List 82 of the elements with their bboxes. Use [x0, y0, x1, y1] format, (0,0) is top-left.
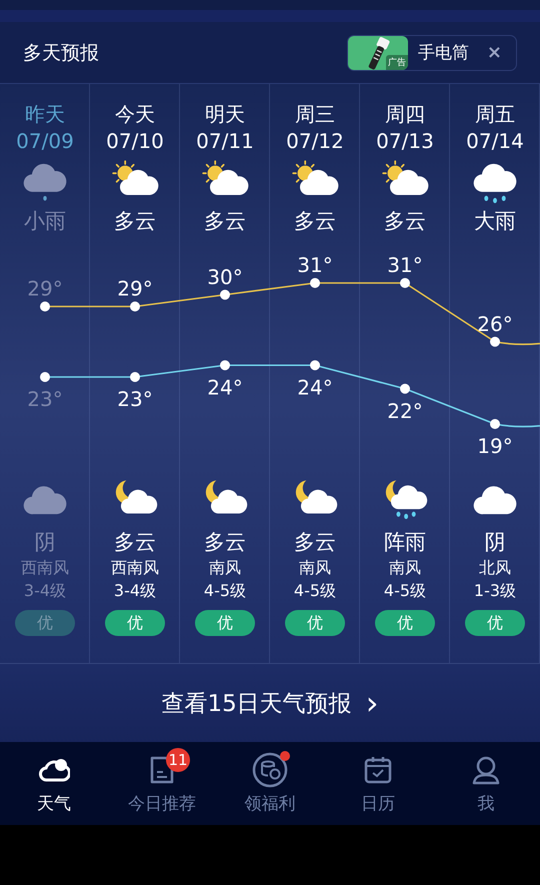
person-icon	[471, 755, 501, 785]
temperature-point	[310, 360, 320, 370]
temperature-label: 23°	[117, 387, 153, 411]
temperature-label: 24°	[297, 375, 333, 400]
condition-label: 多云	[384, 208, 426, 235]
ad-banner[interactable]: 广告 手电筒 ×	[346, 34, 517, 70]
wind-label: 西南风	[21, 557, 69, 579]
forecast-15-day-button[interactable]: 查看15日天气预报 ›	[0, 664, 540, 742]
nav-tab[interactable]: 天气	[0, 742, 108, 825]
temperature-point	[490, 336, 500, 347]
nav-tab[interactable]: 领福利	[216, 742, 324, 825]
day-label: 昨天	[25, 101, 65, 128]
air-quality-badge: 优	[195, 610, 255, 636]
day-label: 周五	[475, 101, 515, 128]
nav-tab[interactable]: 我	[432, 742, 540, 825]
wind-level-label: 4-5级	[384, 580, 426, 602]
day-label: 明天	[205, 101, 245, 128]
date-label: 07/13	[376, 128, 434, 155]
temperature-label: 31°	[387, 253, 423, 277]
air-quality-badge: 优	[465, 610, 525, 636]
date-label: 07/11	[196, 128, 254, 155]
section-title: 多天预报	[23, 40, 99, 66]
date-label: 07/14	[466, 128, 524, 155]
air-quality-badge: 优	[375, 610, 435, 636]
close-button[interactable]: ×	[480, 42, 516, 63]
wind-level-label: 3-4级	[24, 580, 66, 602]
temperature-label: 19°	[477, 434, 513, 458]
temperature-point	[130, 302, 140, 312]
temperature-label: 31°	[297, 253, 333, 277]
condition-label: 大雨	[474, 208, 516, 235]
calendar-icon	[363, 755, 393, 785]
temperature-point	[400, 278, 410, 288]
temperature-label: 29°	[117, 276, 153, 300]
temperature-label: 24°	[207, 375, 243, 400]
wind-label: 南风	[299, 557, 331, 579]
temperature-point	[220, 360, 230, 370]
air-quality-badge: 优	[105, 610, 165, 636]
date-label: 07/12	[286, 128, 344, 155]
date-label: 07/10	[106, 128, 164, 155]
temperature-point	[310, 278, 320, 288]
temperature-point	[40, 372, 50, 382]
nav-tab[interactable]: 日历	[324, 742, 432, 825]
condition-label: 多云	[114, 208, 156, 235]
condition-label: 阴	[484, 529, 506, 556]
wind-label: 南风	[209, 557, 241, 579]
condition-label: 多云	[204, 208, 246, 235]
nav-tab[interactable]: 11 今日推荐	[108, 742, 216, 825]
wind-level-label: 4-5级	[294, 580, 336, 602]
temperature-point	[490, 419, 500, 429]
temperature-label: 23°	[27, 387, 63, 411]
wind-label: 北风	[479, 557, 511, 579]
wind-level-label: 3-4级	[114, 580, 156, 602]
wind-label: 南风	[389, 557, 421, 579]
day-label: 今天	[115, 101, 155, 128]
condition-label: 多云	[114, 529, 156, 556]
wind-label: 西南风	[111, 557, 159, 579]
temperature-point	[220, 290, 230, 300]
day-label: 周三	[295, 101, 335, 128]
temperature-point	[130, 372, 140, 382]
condition-label: 多云	[204, 529, 246, 556]
air-quality-badge: 优	[285, 610, 345, 636]
temperature-label: 29°	[27, 276, 63, 300]
temperature-label: 22°	[387, 398, 423, 423]
condition-label: 阴	[34, 529, 56, 556]
temperature-point	[400, 384, 410, 394]
condition-label: 小雨	[24, 208, 66, 235]
notification-badge: 11	[166, 748, 190, 772]
coins-icon	[252, 752, 288, 788]
condition-label: 多云	[294, 529, 336, 556]
condition-label: 阵雨	[384, 529, 426, 556]
condition-label: 多云	[294, 208, 336, 235]
ad-title: 手电筒	[418, 42, 469, 64]
temperature-label: 26°	[477, 312, 513, 336]
temperature-point	[40, 302, 50, 312]
cloud-icon	[38, 756, 70, 784]
date-label: 07/09	[16, 128, 74, 155]
wind-level-label: 4-5级	[204, 580, 246, 602]
ad-tag: 广告	[386, 54, 408, 70]
day-label: 周四	[385, 101, 425, 128]
wind-level-label: 1-3级	[474, 580, 516, 602]
air-quality-badge: 优	[15, 610, 75, 636]
temperature-label: 30°	[207, 264, 243, 289]
